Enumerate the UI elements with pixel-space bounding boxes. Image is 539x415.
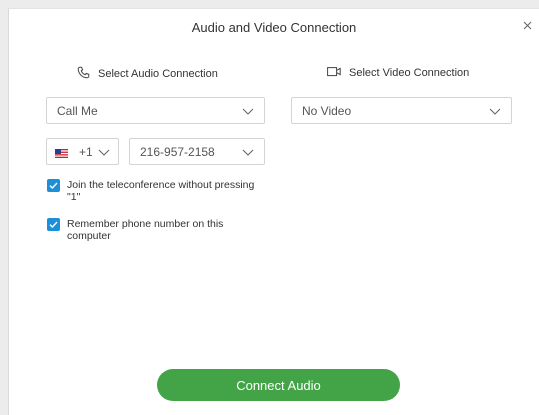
dialog-title: Audio and Video Connection bbox=[191, 20, 357, 35]
video-camera-icon bbox=[327, 66, 341, 80]
join-without-pressing-option: Join the teleconference without pressing… bbox=[47, 179, 267, 203]
join-without-pressing-label: Join the teleconference without pressing… bbox=[67, 179, 255, 203]
chevron-down-icon bbox=[98, 145, 110, 159]
audio-connection-select[interactable]: Call Me bbox=[46, 97, 265, 124]
video-section-heading: Select Video Connection bbox=[327, 66, 469, 80]
audio-section-heading: Select Audio Connection bbox=[77, 66, 218, 82]
remember-phone-checkbox[interactable] bbox=[47, 218, 60, 231]
phone-number-select[interactable]: 216-957-2158 bbox=[129, 138, 265, 165]
chevron-down-icon bbox=[242, 104, 254, 118]
phone-number-value: 216-957-2158 bbox=[140, 144, 215, 159]
audio-connection-value: Call Me bbox=[57, 103, 98, 118]
remember-phone-option: Remember phone number on this computer bbox=[47, 218, 267, 242]
audio-section-label: Select Audio Connection bbox=[98, 68, 218, 80]
remember-phone-label: Remember phone number on this computer bbox=[67, 218, 224, 242]
audio-video-dialog: Audio and Video Connection Select Audio … bbox=[8, 8, 539, 415]
connect-audio-button[interactable]: Connect Audio bbox=[157, 369, 400, 401]
video-section-label: Select Video Connection bbox=[349, 67, 470, 79]
phone-icon bbox=[77, 66, 90, 82]
chevron-down-icon bbox=[489, 104, 501, 118]
close-icon[interactable] bbox=[519, 17, 535, 33]
country-code-value: +1 bbox=[79, 144, 93, 159]
video-connection-select[interactable]: No Video bbox=[291, 97, 512, 124]
chevron-down-icon bbox=[242, 145, 254, 159]
video-connection-value: No Video bbox=[302, 103, 352, 118]
country-code-select[interactable]: +1 bbox=[46, 138, 119, 165]
us-flag-icon bbox=[55, 147, 68, 158]
join-without-pressing-checkbox[interactable] bbox=[47, 179, 60, 192]
